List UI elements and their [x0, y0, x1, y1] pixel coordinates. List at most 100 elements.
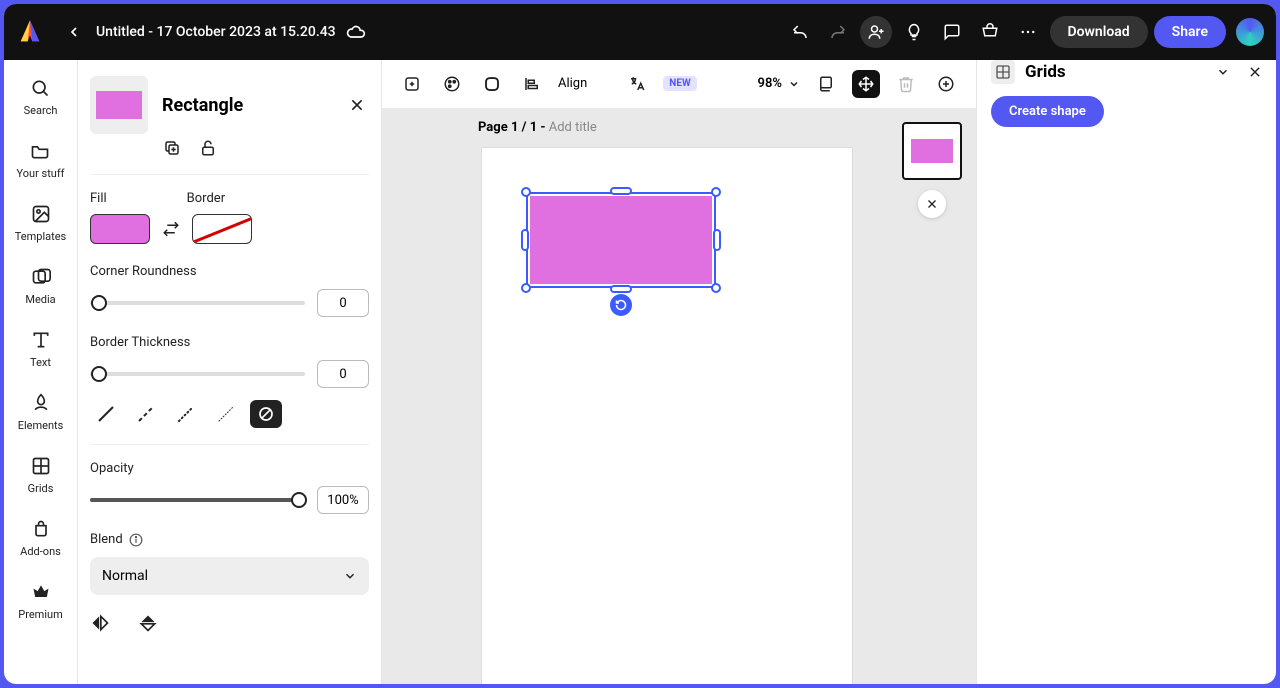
color-theme-icon[interactable]	[438, 70, 466, 98]
elements-icon	[29, 391, 53, 415]
resize-handle-l[interactable]	[521, 229, 529, 251]
add-page-icon[interactable]	[398, 70, 426, 98]
opacity-value[interactable]: 100%	[317, 486, 369, 514]
canvas[interactable]: Page 1 / 1 - Add title	[382, 108, 976, 684]
rail-text[interactable]: Text	[29, 328, 53, 369]
redo-button[interactable]	[822, 16, 854, 48]
rail-your-stuff[interactable]: Your stuff	[16, 139, 64, 180]
blend-mode-select[interactable]: Normal	[90, 557, 369, 595]
media-icon	[29, 265, 53, 289]
rail-search[interactable]: Search	[24, 76, 58, 117]
fill-color-swatch[interactable]	[90, 214, 150, 244]
download-button[interactable]: Download	[1050, 16, 1148, 48]
blend-label: Blend	[90, 532, 123, 547]
layers-icon[interactable]	[812, 70, 840, 98]
chevron-down-icon[interactable]	[1216, 65, 1230, 79]
translate-icon[interactable]	[623, 70, 651, 98]
rail-addons[interactable]: Add-ons	[20, 517, 61, 558]
fill-label: Fill	[90, 191, 107, 206]
selection-outline	[526, 192, 716, 288]
left-rail: Search Your stuff Templates Media Text E…	[4, 60, 78, 684]
comments-icon[interactable]	[936, 16, 968, 48]
resize-handle-t[interactable]	[610, 187, 632, 195]
page-title-row[interactable]: Page 1 / 1 - Add title	[478, 120, 597, 135]
create-shape-button[interactable]: Create shape	[991, 96, 1104, 127]
resize-handle-bl[interactable]	[521, 283, 531, 293]
close-thumbnails-button[interactable]	[918, 190, 946, 218]
stroke-fine-dotted[interactable]	[210, 400, 242, 428]
invite-button[interactable]	[860, 16, 892, 48]
search-icon	[28, 76, 52, 100]
align-label[interactable]: Align	[558, 76, 587, 91]
duplicate-icon[interactable]	[162, 138, 182, 158]
user-avatar[interactable]	[1236, 18, 1264, 46]
opacity-slider[interactable]	[90, 498, 305, 502]
align-icon[interactable]	[518, 70, 546, 98]
rotate-handle[interactable]	[610, 294, 632, 316]
lock-icon[interactable]	[198, 138, 218, 158]
document-toolbar: Align NEW 98%	[382, 60, 976, 108]
stroke-solid[interactable]	[90, 400, 122, 428]
stroke-none[interactable]	[250, 400, 282, 428]
resize-handle-r[interactable]	[713, 229, 721, 251]
grids-panel-icon	[991, 60, 1015, 84]
back-button[interactable]	[60, 18, 88, 46]
resize-handle-b[interactable]	[610, 285, 632, 293]
properties-panel: Rectangle Fill Border Corner Roundness	[78, 60, 382, 684]
rail-elements[interactable]: Elements	[18, 391, 64, 432]
document-title[interactable]: Untitled - 17 October 2023 at 15.20.43	[96, 24, 336, 40]
premium-icon	[29, 580, 53, 604]
right-panel-title: Grids	[1025, 62, 1206, 82]
swap-fill-border-icon[interactable]	[162, 220, 180, 238]
resize-handle-tr[interactable]	[711, 187, 721, 197]
flip-vertical-icon[interactable]	[138, 613, 158, 633]
stroke-dashed[interactable]	[130, 400, 162, 428]
border-thickness-label: Border Thickness	[90, 335, 369, 350]
close-right-panel-button[interactable]	[1248, 65, 1262, 79]
border-label: Border	[187, 191, 225, 206]
undo-button[interactable]	[784, 16, 816, 48]
add-icon[interactable]	[932, 70, 960, 98]
rail-templates[interactable]: Templates	[15, 202, 66, 243]
zoom-control[interactable]: 98%	[758, 76, 800, 91]
app-logo	[16, 18, 44, 46]
shape-icon[interactable]	[478, 70, 506, 98]
resize-handle-br[interactable]	[711, 283, 721, 293]
info-icon[interactable]	[129, 533, 143, 547]
cloud-sync-icon[interactable]	[344, 20, 368, 44]
delete-icon[interactable]	[892, 70, 920, 98]
rail-media[interactable]: Media	[25, 265, 55, 306]
border-thickness-slider[interactable]	[90, 372, 305, 376]
right-panel: Grids Create shape	[976, 60, 1276, 684]
rail-grids[interactable]: Grids	[28, 454, 54, 495]
opacity-label: Opacity	[90, 461, 369, 476]
templates-icon	[29, 202, 53, 226]
more-menu[interactable]	[1012, 16, 1044, 48]
stroke-dotted[interactable]	[170, 400, 202, 428]
text-icon	[29, 328, 53, 352]
top-bar: Untitled - 17 October 2023 at 15.20.43 D…	[4, 4, 1276, 60]
snap-icon[interactable]	[852, 70, 880, 98]
corner-roundness-value[interactable]: 0	[317, 289, 369, 317]
flip-horizontal-icon[interactable]	[90, 613, 110, 633]
rail-premium[interactable]: Premium	[18, 580, 62, 621]
chevron-down-icon	[343, 569, 357, 583]
corner-roundness-label: Corner Roundness	[90, 264, 369, 279]
border-thickness-value[interactable]: 0	[317, 360, 369, 388]
border-color-swatch[interactable]	[192, 214, 252, 244]
new-badge: NEW	[663, 76, 696, 91]
page-thumbnail[interactable]	[902, 122, 962, 180]
panel-title: Rectangle	[162, 95, 331, 116]
shape-thumbnail	[90, 76, 148, 134]
stroke-style-group	[90, 400, 369, 428]
idea-icon[interactable]	[898, 16, 930, 48]
artboard[interactable]	[482, 148, 852, 684]
corner-roundness-slider[interactable]	[90, 301, 305, 305]
selected-shape[interactable]	[526, 192, 716, 288]
folder-icon	[28, 139, 52, 163]
share-button[interactable]: Share	[1154, 16, 1226, 48]
resize-handle-tl[interactable]	[521, 187, 531, 197]
close-panel-button[interactable]	[345, 93, 369, 117]
addons-icon	[29, 517, 53, 541]
present-icon[interactable]	[974, 16, 1006, 48]
